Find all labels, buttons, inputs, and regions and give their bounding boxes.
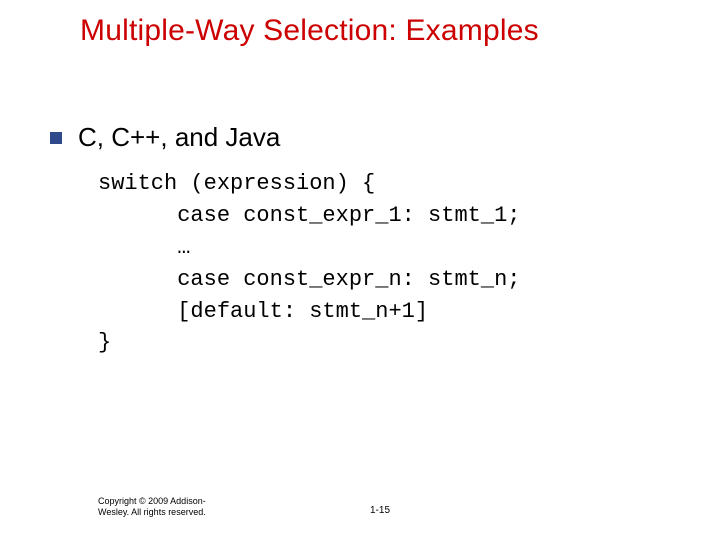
slide: Multiple-Way Selection: Examples C, C++,… <box>0 0 720 540</box>
bullet-icon <box>50 132 62 144</box>
slide-title: Multiple-Way Selection: Examples <box>80 14 680 48</box>
copyright-line: Copyright © 2009 Addison- <box>98 496 206 506</box>
page-number: 1-15 <box>370 505 390 516</box>
code-line: switch (expression) { <box>98 171 375 196</box>
bullet-text: C, C++, and Java <box>78 122 280 153</box>
code-block: switch (expression) { case const_expr_1:… <box>98 168 520 359</box>
copyright: Copyright © 2009 Addison- Wesley. All ri… <box>98 496 206 519</box>
code-line: case const_expr_1: stmt_1; <box>98 203 520 228</box>
code-line: case const_expr_n: stmt_n; <box>98 267 520 292</box>
copyright-line: Wesley. All rights reserved. <box>98 507 206 517</box>
bullet-item: C, C++, and Java <box>50 122 280 153</box>
code-line: } <box>98 330 111 355</box>
code-line: [default: stmt_n+1] <box>98 299 428 324</box>
code-line: … <box>98 235 190 260</box>
